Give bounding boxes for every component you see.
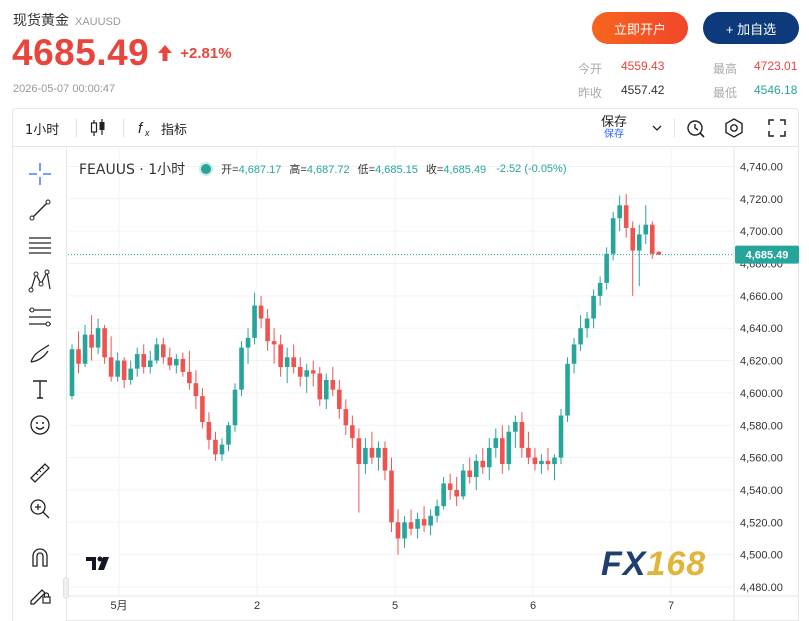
save-button[interactable]: 保存 保存: [601, 109, 627, 147]
price-row: 4685.49 +2.81%: [12, 32, 232, 74]
stat-prev-close: 昨收 4557.42: [578, 82, 664, 101]
legend-low-label: 低=: [357, 164, 376, 176]
candle-type-button[interactable]: [89, 109, 107, 147]
title-row: 现货黄金 XAUUSD: [13, 10, 121, 30]
save-label: 保存: [601, 114, 628, 130]
add-watchlist-button[interactable]: + 加自选: [703, 12, 799, 44]
drawing-toolbar: [13, 147, 69, 621]
arrow-up-icon: [158, 45, 173, 61]
stat-label: 最高: [713, 62, 738, 76]
stat-label: 昨收: [578, 86, 603, 100]
legend-symbol: FEAUUS · 1小时: [79, 162, 186, 178]
measure-tool[interactable]: [27, 460, 53, 486]
chart-toolbar: 1小时 f x 指标 保存 保存: [12, 108, 799, 146]
watermark-number: 168: [646, 545, 707, 583]
pattern-tool[interactable]: [27, 268, 53, 294]
legend-change: -2.52 (-0.05%): [496, 163, 567, 175]
brush-icon: [30, 344, 50, 363]
legend-low: 4,685.15: [375, 164, 418, 176]
trend-line-tool[interactable]: [27, 197, 53, 223]
panel-collapse-handle[interactable]: [63, 577, 69, 599]
market-status-icon: [201, 164, 212, 174]
function-icon: f x: [138, 120, 150, 138]
alert-button[interactable]: [685, 109, 707, 147]
chevron-down-icon: [652, 125, 662, 131]
save-dropdown[interactable]: [651, 109, 663, 147]
fib-tool[interactable]: [27, 304, 53, 330]
save-sub-label: 保存: [604, 128, 624, 140]
legend-close-label: 收=: [425, 164, 444, 176]
indicators-button[interactable]: f x 指标: [137, 109, 187, 147]
horizontal-lines-tool[interactable]: [27, 232, 53, 258]
tradingview-icon: [86, 556, 109, 570]
candlestick-icon: [90, 119, 105, 136]
stat-value: 4723.01: [754, 59, 798, 73]
alert-clock-icon: [687, 120, 705, 138]
chart-legend: FEAUUS · 1小时 开=4,687.17 高=4,687.72 低=4,6…: [79, 159, 571, 179]
zoom-tool[interactable]: [27, 496, 53, 522]
svg-text:x: x: [144, 128, 150, 138]
stat-today-open: 今开 4559.43: [578, 58, 664, 77]
stat-value: 4559.43: [621, 59, 665, 73]
legend-open: 4,687.17: [238, 164, 282, 176]
pencil-lock-icon: [30, 589, 51, 605]
emoji-tool[interactable]: [27, 412, 53, 438]
quote-datetime: 2026-05-07 00:00:47: [13, 83, 116, 95]
instrument-symbol: XAUUSD: [75, 16, 121, 28]
svg-text:f: f: [138, 120, 144, 137]
crosshair-icon: [29, 163, 51, 185]
crosshair-tool[interactable]: [27, 161, 53, 187]
legend-high: 4,687.72: [306, 164, 350, 176]
legend-close: 4,685.49: [443, 164, 487, 176]
toolbar-divider: [76, 119, 77, 137]
text-icon: [33, 380, 47, 399]
legend-open-label: 开=: [221, 164, 239, 176]
instrument-title: 现货黄金: [13, 13, 69, 29]
fullscreen-icon: [768, 119, 786, 137]
toolbar-divider: [123, 119, 124, 137]
brush-tool[interactable]: [27, 340, 53, 366]
pattern-icon: [28, 269, 51, 293]
interval-selector[interactable]: 1小时: [25, 109, 59, 147]
magnet-tool[interactable]: [27, 545, 53, 571]
open-account-button[interactable]: 立即开户: [592, 12, 688, 44]
tradingview-logo[interactable]: [80, 548, 118, 578]
text-tool[interactable]: [27, 376, 53, 402]
stat-label: 最低: [713, 86, 738, 100]
stat-value: 4546.18: [754, 83, 798, 97]
current-price: 4685.49: [12, 32, 150, 73]
fullscreen-button[interactable]: [767, 109, 787, 147]
legend-high-label: 高=: [289, 164, 307, 176]
magnet-icon: [32, 548, 48, 567]
stat-value: 4557.42: [621, 83, 665, 97]
parallel-lines-icon: [29, 237, 51, 254]
trend-line-icon: [29, 199, 51, 221]
settings-button[interactable]: [723, 109, 745, 147]
toolbar-divider: [674, 119, 675, 137]
zoom-in-icon: [30, 499, 50, 519]
gear-icon: [725, 118, 743, 138]
change-percent: +2.81%: [180, 44, 232, 62]
fx168-watermark: FX168: [601, 545, 706, 584]
indicators-label: 指标: [161, 122, 188, 138]
watermark-brand: FX: [601, 545, 647, 583]
ruler-icon: [30, 463, 50, 483]
fibonacci-icon: [29, 307, 51, 327]
stat-low: 最低 4546.18: [713, 82, 797, 101]
stat-label: 今开: [578, 62, 603, 76]
lock-drawing-tool[interactable]: [27, 581, 53, 607]
smiley-icon: [30, 415, 50, 435]
stat-high: 最高 4723.01: [713, 58, 797, 77]
